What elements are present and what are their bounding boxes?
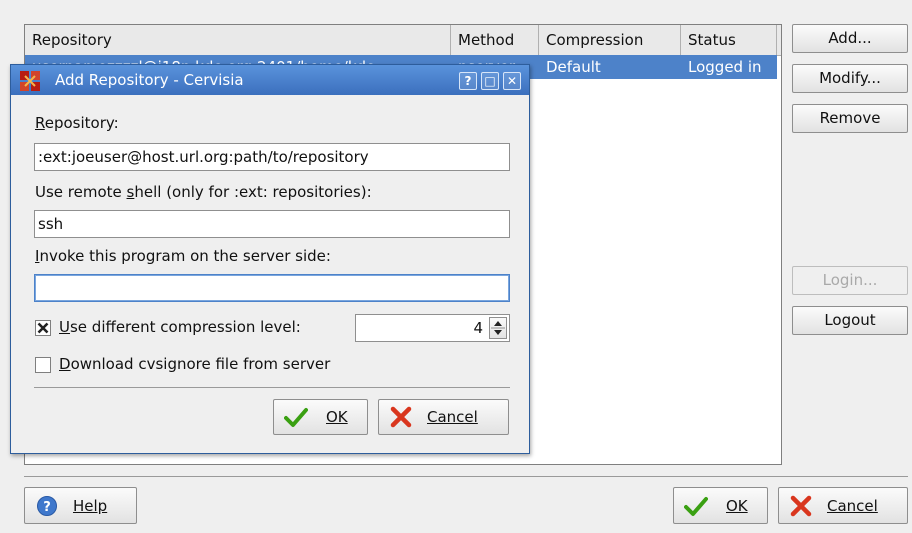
remote-shell-input[interactable] xyxy=(34,210,510,238)
spin-arrows-icon xyxy=(491,321,505,335)
server-program-input[interactable] xyxy=(34,274,510,302)
help-button[interactable]: ? Help xyxy=(24,487,137,524)
checkbox-check-icon xyxy=(37,322,49,334)
remove-button[interactable]: Remove xyxy=(792,104,908,133)
checkmark-icon xyxy=(284,405,308,429)
bottom-separator xyxy=(24,476,908,477)
cell-compression: Default xyxy=(546,58,601,76)
cancel-x-icon xyxy=(389,405,413,429)
dialog-title: Add Repository - Cervisia xyxy=(55,71,244,89)
ok-button[interactable]: OK xyxy=(673,487,768,524)
compression-label[interactable]: Use different compression level: xyxy=(59,318,301,336)
help-icon: ? xyxy=(35,494,59,518)
close-button[interactable]: ✕ xyxy=(503,72,521,90)
cvsignore-checkbox[interactable] xyxy=(35,357,51,373)
cvsignore-label[interactable]: Download cvsignore file from server xyxy=(59,355,330,373)
dialog-separator xyxy=(34,387,510,388)
cancel-button-label: Cancel xyxy=(827,496,878,515)
repository-input[interactable] xyxy=(34,143,510,171)
column-header-status[interactable]: Status xyxy=(681,25,777,55)
login-button[interactable]: Login... xyxy=(792,266,908,295)
compression-level-value: 4 xyxy=(473,319,483,337)
maximize-button[interactable]: □ xyxy=(481,72,499,90)
dialog-ok-label: OK xyxy=(326,408,348,426)
svg-text:?: ? xyxy=(43,500,51,515)
cancel-button[interactable]: Cancel xyxy=(778,487,908,524)
context-help-button[interactable]: ? xyxy=(459,72,477,90)
remote-shell-label: Use remote shell (only for :ext: reposit… xyxy=(35,183,372,201)
compression-checkbox[interactable] xyxy=(35,320,51,336)
dialog-titlebar[interactable]: Add Repository - Cervisia ? □ ✕ xyxy=(11,65,529,95)
modify-button[interactable]: Modify... xyxy=(792,64,908,93)
column-header-compression[interactable]: Compression xyxy=(539,25,681,55)
checkmark-icon xyxy=(684,494,708,518)
cervisia-app-icon xyxy=(19,70,43,94)
server-program-label: Invoke this program on the server side: xyxy=(35,247,331,265)
add-button[interactable]: Add... xyxy=(792,24,908,53)
spin-arrows[interactable] xyxy=(489,317,507,339)
help-button-label: Help xyxy=(73,496,108,515)
logout-button[interactable]: Logout xyxy=(792,306,908,335)
dialog-ok-button[interactable]: OK xyxy=(273,399,368,435)
repository-label: Repository: xyxy=(35,114,119,132)
add-repository-dialog: Add Repository - Cervisia ? □ ✕ Reposito… xyxy=(10,64,530,454)
table-header: Repository Method Compression Status xyxy=(25,25,781,56)
cell-status: Logged in xyxy=(688,58,762,76)
cancel-x-icon xyxy=(789,494,813,518)
dialog-cancel-button[interactable]: Cancel xyxy=(378,399,509,435)
ok-button-label: OK xyxy=(726,496,748,515)
compression-level-spinbox[interactable]: 4 xyxy=(355,314,510,342)
repository-label-text: epository: xyxy=(44,114,119,132)
column-header-method[interactable]: Method xyxy=(451,25,539,55)
dialog-cancel-label: Cancel xyxy=(427,408,478,426)
column-header-repository[interactable]: Repository xyxy=(25,25,451,55)
